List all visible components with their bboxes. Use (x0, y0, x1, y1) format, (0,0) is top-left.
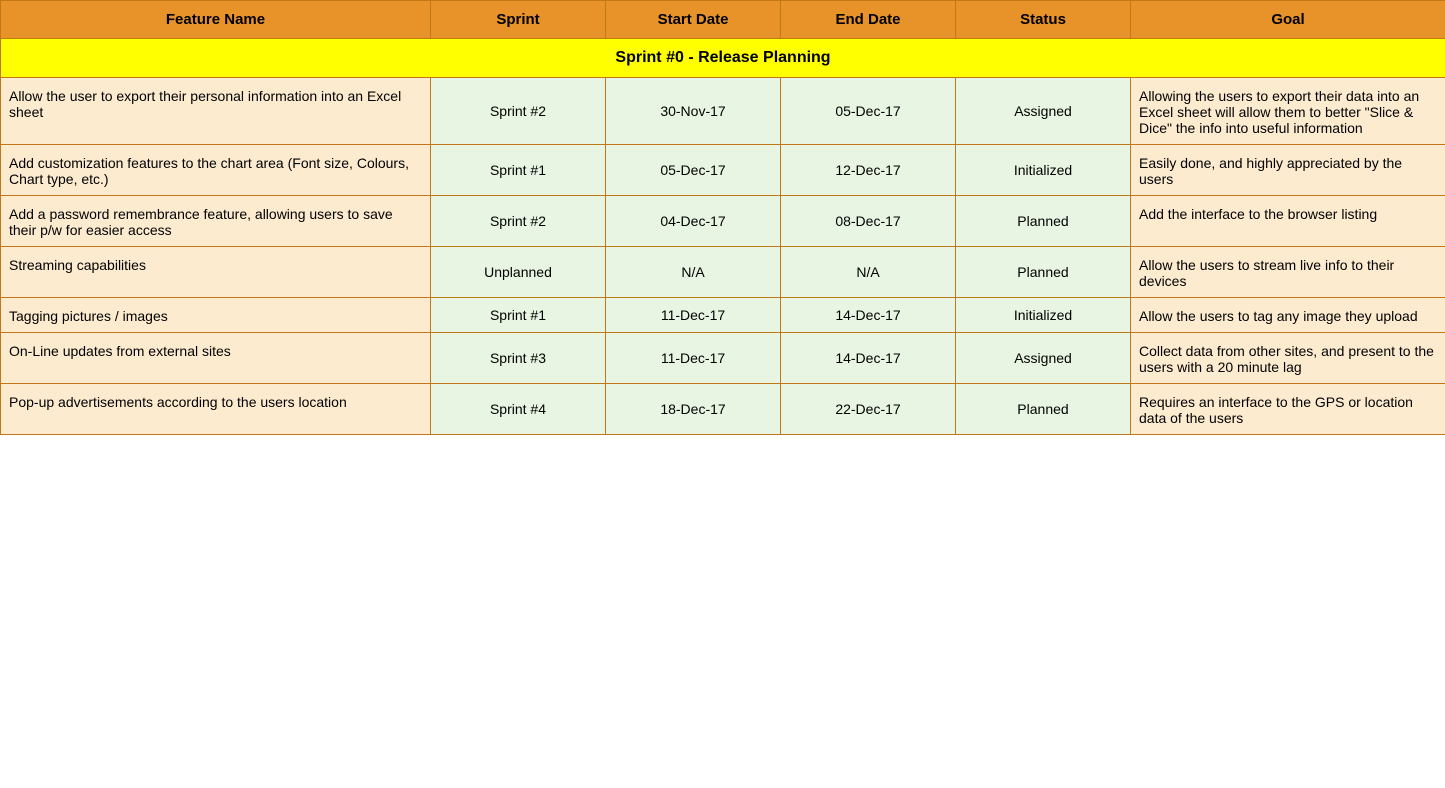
cell-feature: Add a password remembrance feature, allo… (1, 196, 431, 247)
cell-feature: Streaming capabilities (1, 247, 431, 298)
table-row: Streaming capabilities Unplanned N/A N/A… (1, 247, 1445, 298)
cell-goal: Easily done, and highly appreciated by t… (1131, 145, 1445, 196)
cell-sprint: Unplanned (431, 247, 606, 298)
cell-end: 12-Dec-17 (781, 145, 956, 196)
cell-sprint: Sprint #1 (431, 298, 606, 333)
cell-goal: Requires an interface to the GPS or loca… (1131, 384, 1445, 435)
table-row: Allow the user to export their personal … (1, 78, 1445, 145)
cell-start: 30-Nov-17 (606, 78, 781, 145)
sprint-group-header: Sprint #0 - Release Planning (1, 39, 1445, 78)
cell-goal: Collect data from other sites, and prese… (1131, 333, 1445, 384)
cell-feature: Tagging pictures / images (1, 298, 431, 333)
cell-end: 22-Dec-17 (781, 384, 956, 435)
table-row: Pop-up advertisements according to the u… (1, 384, 1445, 435)
header-row: Feature Name Sprint Start Date End Date … (1, 1, 1445, 39)
cell-status: Planned (956, 247, 1131, 298)
cell-start: 05-Dec-17 (606, 145, 781, 196)
cell-start: 11-Dec-17 (606, 333, 781, 384)
cell-goal: Allow the users to tag any image they up… (1131, 298, 1445, 333)
cell-end: N/A (781, 247, 956, 298)
cell-start: 04-Dec-17 (606, 196, 781, 247)
cell-goal: Add the interface to the browser listing (1131, 196, 1445, 247)
cell-end: 08-Dec-17 (781, 196, 956, 247)
cell-sprint: Sprint #2 (431, 196, 606, 247)
cell-end: 05-Dec-17 (781, 78, 956, 145)
cell-sprint: Sprint #1 (431, 145, 606, 196)
cell-status: Initialized (956, 145, 1131, 196)
sprint-table: Feature Name Sprint Start Date End Date … (0, 0, 1445, 435)
col-header-feature: Feature Name (1, 1, 431, 39)
cell-start: 11-Dec-17 (606, 298, 781, 333)
cell-status: Planned (956, 196, 1131, 247)
col-header-status: Status (956, 1, 1131, 39)
cell-status: Assigned (956, 333, 1131, 384)
cell-goal: Allow the users to stream live info to t… (1131, 247, 1445, 298)
col-header-goal: Goal (1131, 1, 1445, 39)
cell-status: Assigned (956, 78, 1131, 145)
col-header-start: Start Date (606, 1, 781, 39)
cell-sprint: Sprint #3 (431, 333, 606, 384)
cell-start: N/A (606, 247, 781, 298)
cell-status: Planned (956, 384, 1131, 435)
col-header-sprint: Sprint (431, 1, 606, 39)
cell-feature: Add customization features to the chart … (1, 145, 431, 196)
sprint-group-label: Sprint #0 - Release Planning (1, 39, 1445, 78)
cell-feature: Allow the user to export their personal … (1, 78, 431, 145)
cell-feature: Pop-up advertisements according to the u… (1, 384, 431, 435)
table-row: On-Line updates from external sites Spri… (1, 333, 1445, 384)
cell-sprint: Sprint #2 (431, 78, 606, 145)
col-header-end: End Date (781, 1, 956, 39)
cell-start: 18-Dec-17 (606, 384, 781, 435)
table-row: Add a password remembrance feature, allo… (1, 196, 1445, 247)
cell-goal: Allowing the users to export their data … (1131, 78, 1445, 145)
table-row: Tagging pictures / images Sprint #1 11-D… (1, 298, 1445, 333)
cell-end: 14-Dec-17 (781, 298, 956, 333)
cell-end: 14-Dec-17 (781, 333, 956, 384)
cell-sprint: Sprint #4 (431, 384, 606, 435)
cell-status: Initialized (956, 298, 1131, 333)
cell-feature: On-Line updates from external sites (1, 333, 431, 384)
table-row: Add customization features to the chart … (1, 145, 1445, 196)
